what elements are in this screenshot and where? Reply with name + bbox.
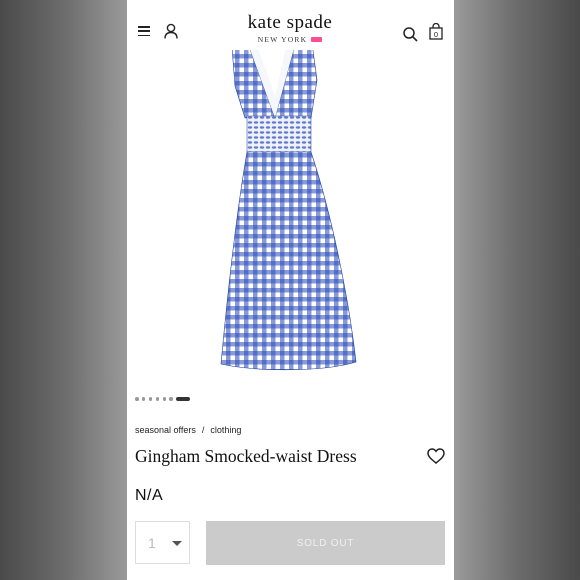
image-carousel-dots (135, 397, 191, 401)
chevron-down-icon (172, 541, 182, 546)
logo-pink-badge (311, 37, 323, 42)
user-icon[interactable] (164, 23, 178, 39)
cart-count: 0 (434, 30, 438, 39)
heart-icon[interactable] (427, 448, 445, 464)
logo-subtitle: NEW YORK (232, 35, 348, 44)
carousel-dot[interactable] (141, 397, 146, 401)
carousel-dot[interactable] (155, 397, 160, 401)
breadcrumb-link-seasonal-offers[interactable]: seasonal offers (135, 425, 196, 435)
background-left (0, 0, 127, 580)
carousel-dot[interactable] (135, 397, 139, 401)
quantity-value: 1 (148, 535, 156, 551)
carousel-dot[interactable] (162, 397, 167, 401)
product-image[interactable] (127, 0, 454, 410)
site-header: kate spade NEW YORK 0 (127, 0, 454, 50)
brand-logo[interactable]: kate spade NEW YORK (232, 12, 348, 44)
background-right (454, 0, 580, 580)
shopping-bag-icon[interactable]: 0 (429, 22, 443, 45)
breadcrumb-separator: / (201, 425, 205, 435)
carousel-dot-active[interactable] (176, 397, 191, 401)
carousel-dot[interactable] (148, 397, 153, 401)
search-icon[interactable] (403, 27, 418, 42)
breadcrumb-link-clothing[interactable]: clothing (210, 425, 241, 435)
product-page: kate spade NEW YORK 0 seasonal offers / … (127, 0, 454, 580)
logo-wordmark: kate spade (247, 12, 333, 33)
logo-subtitle-text: NEW YORK (257, 35, 308, 44)
bag-icon: 0 (429, 22, 443, 40)
carousel-dot[interactable] (169, 397, 173, 401)
product-title: Gingham Smocked-waist Dress (135, 446, 357, 466)
product-price: N/A (135, 487, 164, 504)
quantity-select[interactable]: 1 (135, 521, 190, 564)
hamburger-menu-icon[interactable] (138, 26, 150, 37)
dress-image (220, 29, 357, 371)
sold-out-button[interactable]: SOLD OUT (206, 521, 445, 565)
breadcrumb: seasonal offers / clothing (135, 425, 241, 435)
